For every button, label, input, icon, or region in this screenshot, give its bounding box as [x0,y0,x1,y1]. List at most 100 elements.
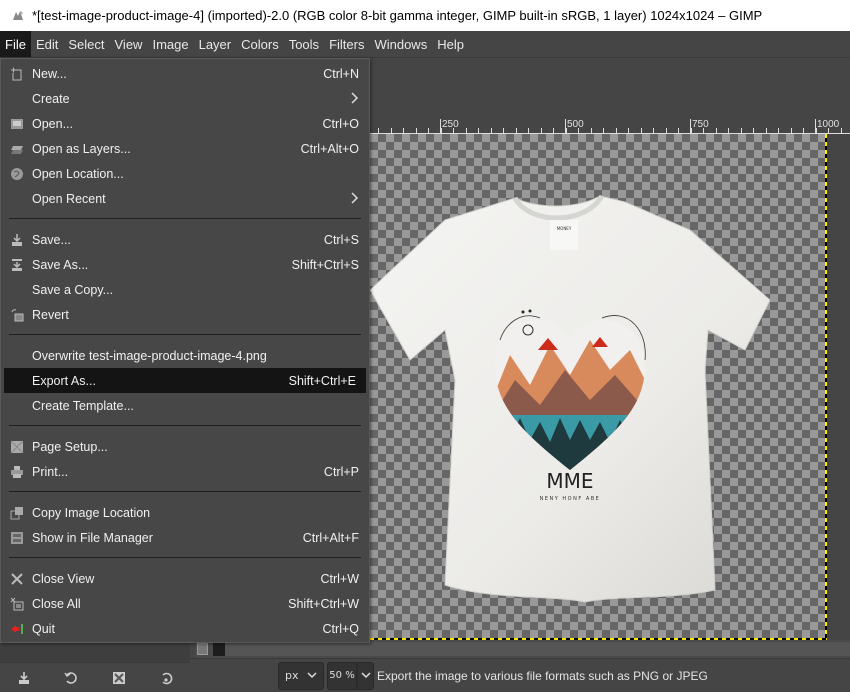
menu-edit[interactable]: Edit [31,31,63,57]
menu-item-open-as-layers[interactable]: Open as Layers... Ctrl+Alt+O [1,136,369,161]
ruler-label: 250 [442,119,459,130]
ruler-major-tick [440,119,441,133]
revert-icon [9,307,25,323]
ruler-tick [528,128,529,133]
menu-select[interactable]: Select [63,31,109,57]
ruler-major-tick [815,119,816,133]
dock-button-bar [0,662,190,692]
horizontal-ruler[interactable]: 250 500 750 1000 [370,118,850,134]
ruler-tick [415,128,417,133]
menu-item-open-recent[interactable]: Open Recent [1,186,369,211]
chevron-down-icon [307,669,317,682]
menu-item-label: Open as Layers... [32,141,131,156]
menu-item-shortcut: Shift+Ctrl+W [288,596,359,611]
status-message: Export the image to various file formats… [377,668,708,683]
menu-bar: File Edit Select View Image Layer Colors Tools F… [0,31,850,58]
menu-item-open[interactable]: Open... Ctrl+O [1,111,369,136]
save-as-icon [9,257,25,273]
menu-item-close-view[interactable]: Close View Ctrl+W [1,566,369,591]
zoom-input[interactable]: 50 % [327,661,357,690]
reset-tool-preset-icon[interactable] [156,668,176,688]
menu-separator [9,425,361,426]
ruler-tick [540,128,542,133]
menu-item-export-as[interactable]: Export As... Shift+Ctrl+E [4,368,366,393]
menu-separator [9,557,361,558]
delete-tool-preset-icon[interactable] [109,668,129,688]
menu-item-shortcut: Shift+Ctrl+E [288,373,356,388]
scrollbar-track[interactable] [225,642,850,656]
chevron-right-icon [351,91,359,107]
menu-layer[interactable]: Layer [194,31,237,57]
menu-item-close-all[interactable]: Close All Shift+Ctrl+W [1,591,369,616]
menu-item-shortcut: Ctrl+Q [322,621,359,636]
menu-item-shortcut: Ctrl+O [322,116,359,131]
ruler-tick [390,128,392,133]
menu-item-save-as[interactable]: Save As... Shift+Ctrl+S [1,252,369,277]
print-subtext: NENY HONF ABE [540,496,601,502]
menu-item-label: Close All [32,596,81,611]
menu-filters[interactable]: Filters [324,31,369,57]
ruler-tick [790,128,792,133]
tshirt-image[interactable]: MONEY MME NENY HONF ABE [370,190,770,605]
menu-item-new[interactable]: New... Ctrl+N [1,61,369,86]
menu-tools[interactable]: Tools [284,31,324,57]
menu-item-label: Print... [32,464,69,479]
zoom-dropdown-button[interactable] [357,661,374,690]
blank-icon [9,398,25,414]
menu-item-label: Open... [32,116,73,131]
menu-file[interactable]: File [0,31,31,57]
menu-item-label: Overwrite test-image-product-image-4.png [32,348,267,363]
menu-item-quit[interactable]: Quit Ctrl+Q [1,616,369,641]
canvas-padding [827,134,850,640]
menu-item-label: Save As... [32,257,89,272]
menu-item-show-in-file-manager[interactable]: Show in File Manager Ctrl+Alt+F [1,525,369,550]
ruler-tick [653,128,654,133]
menu-item-save[interactable]: Save... Ctrl+S [1,227,369,252]
ruler-tick [378,128,379,133]
open-icon [9,116,25,132]
menu-colors[interactable]: Colors [236,31,284,57]
ruler-tick [515,128,517,133]
menu-help[interactable]: Help [432,31,469,57]
menu-windows[interactable]: Windows [369,31,432,57]
blank-icon [9,91,25,107]
window-title: *[test-image-product-image-4] (imported)… [32,8,763,23]
menu-item-copy-image-location[interactable]: Copy Image Location [1,500,369,525]
menu-item-shortcut: Ctrl+P [323,464,359,479]
ruler-tick [678,128,679,133]
restore-tool-preset-icon[interactable] [61,668,81,688]
menu-item-save-a-copy[interactable]: Save a Copy... [1,277,369,302]
ruler-tick [465,128,467,133]
menu-item-create-template[interactable]: Create Template... [1,393,369,418]
blank-icon [9,282,25,298]
menu-image[interactable]: Image [147,31,193,57]
menu-item-page-setup[interactable]: Page Setup... [1,434,369,459]
globe-icon [9,166,25,182]
open-as-layers-icon [9,141,25,157]
ruler-tick [778,128,779,133]
unit-select[interactable]: px [278,661,324,690]
close-all-icon [9,596,25,612]
ruler-label: 750 [692,119,709,130]
menu-item-label: Save... [32,232,71,247]
ruler-tick [603,128,604,133]
ruler-tick [503,128,504,133]
ruler-tick [715,128,717,133]
quit-icon [9,621,25,637]
menu-item-revert[interactable]: Revert [1,302,369,327]
menu-separator [9,491,361,492]
navigate-button[interactable] [197,643,208,655]
save-tool-preset-icon[interactable] [14,668,34,688]
menu-view[interactable]: View [110,31,148,57]
save-icon [9,232,25,248]
chevron-right-icon [351,191,359,207]
blank-icon [9,348,25,364]
menu-item-print[interactable]: Print... Ctrl+P [1,459,369,484]
scrollbar-thumb[interactable] [213,642,225,656]
print-icon [9,464,25,480]
ruler-tick [590,128,592,133]
menu-item-create[interactable]: Create [1,86,369,111]
menu-item-overwrite-test-image-product-image-4png[interactable]: Overwrite test-image-product-image-4.png [1,343,369,368]
menu-item-open-location[interactable]: Open Location... [1,161,369,186]
ruler-tick [428,128,429,133]
